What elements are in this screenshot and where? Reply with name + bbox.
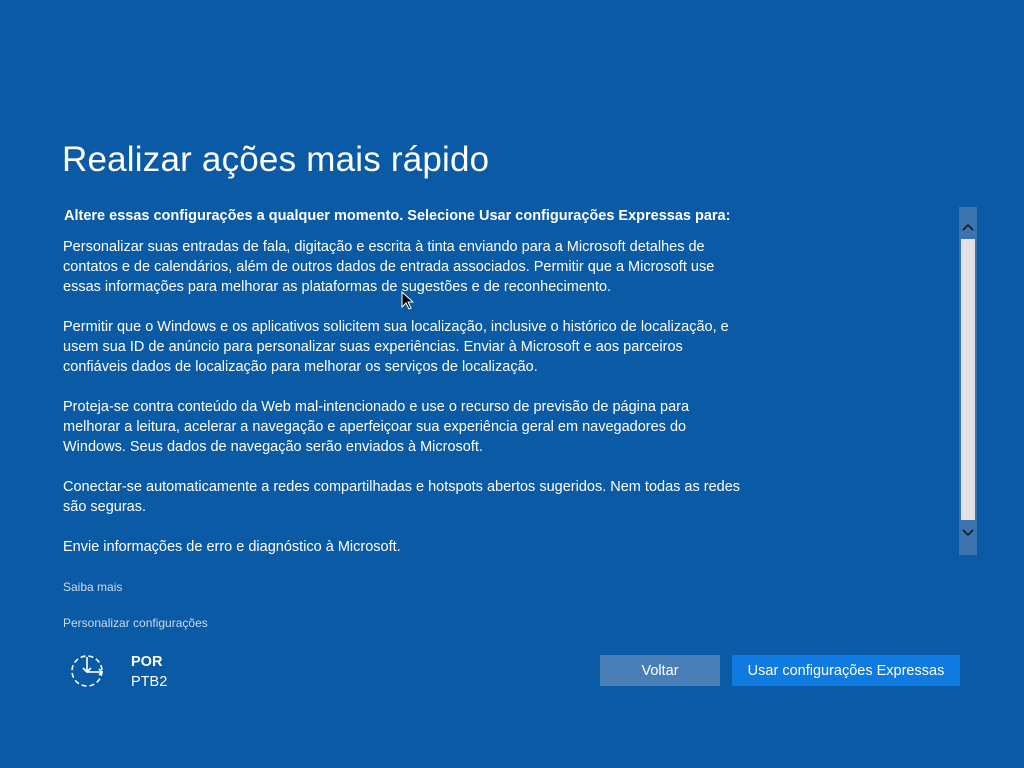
scrollbar[interactable] [959, 207, 977, 555]
settings-description: Altere essas configurações a qualquer mo… [63, 206, 743, 556]
paragraph-web-protection: Proteja-se contra conteúdo da Web mal-in… [63, 399, 690, 455]
accessibility-icon[interactable] [68, 652, 106, 690]
oobe-express-settings-page: Realizar ações mais rápido Altere essas … [0, 0, 1024, 768]
paragraph-diagnostics: Envie informações de erro e diagnóstico … [63, 539, 401, 555]
customize-settings-link[interactable]: Personalizar configurações [63, 616, 208, 630]
scroll-thumb[interactable] [961, 239, 975, 520]
use-express-settings-button[interactable]: Usar configurações Expressas [732, 655, 960, 686]
mouse-cursor-icon [401, 291, 415, 310]
paragraph-input-personalization: Personalizar suas entradas de fala, digi… [63, 239, 715, 295]
page-title: Realizar ações mais rápido [62, 140, 490, 179]
chevron-down-icon [962, 529, 974, 537]
chevron-up-icon [962, 223, 974, 231]
back-button[interactable]: Voltar [600, 655, 720, 686]
keyboard-layout[interactable]: PTB2 [131, 674, 167, 690]
learn-more-link[interactable]: Saiba mais [63, 580, 122, 594]
language-code[interactable]: POR [131, 654, 162, 670]
paragraph-network: Conectar-se automaticamente a redes comp… [63, 479, 741, 515]
paragraph-location: Permitir que o Windows e os aplicativos … [63, 319, 729, 375]
intro-text: Altere essas configurações a qualquer mo… [64, 208, 731, 224]
scroll-up-button[interactable] [959, 218, 977, 236]
scroll-down-button[interactable] [959, 524, 977, 542]
